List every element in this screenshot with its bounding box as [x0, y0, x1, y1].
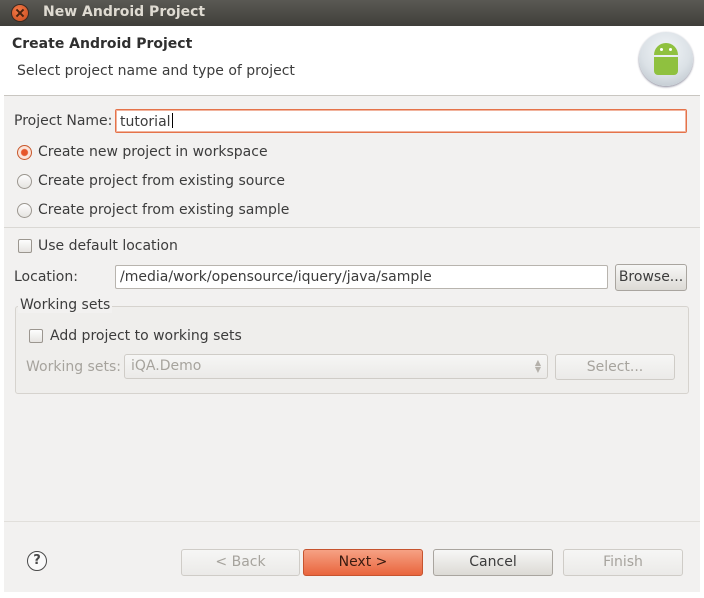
wizard-banner: Create Android Project Select project na…	[4, 26, 700, 96]
android-logo-icon	[639, 32, 693, 86]
add-to-working-sets-label[interactable]: Add project to working sets	[50, 328, 242, 344]
project-name-value: tutorial	[120, 114, 171, 130]
radio-existing-source-label[interactable]: Create project from existing source	[38, 173, 285, 189]
project-name-label: Project Name:	[14, 113, 113, 129]
select-working-sets-button[interactable]: Select...	[555, 354, 675, 380]
project-name-input[interactable]: tutorial	[115, 109, 687, 133]
page-description: Select project name and type of project	[17, 63, 295, 79]
radio-new-project[interactable]	[17, 145, 32, 160]
working-sets-label: Working sets:	[26, 359, 121, 375]
next-button[interactable]: Next >	[303, 549, 423, 576]
working-sets-combo[interactable]: iQA.Demo ▲ ▼	[124, 354, 548, 379]
browse-button[interactable]: Browse...	[615, 264, 687, 291]
add-to-working-sets-checkbox[interactable]	[29, 329, 43, 343]
working-sets-value: iQA.Demo	[131, 358, 202, 374]
radio-existing-source[interactable]	[17, 174, 32, 189]
window-title: New Android Project	[43, 4, 206, 20]
window-titlebar: New Android Project	[0, 0, 704, 26]
back-button[interactable]: < Back	[181, 549, 300, 576]
cancel-button[interactable]: Cancel	[433, 549, 553, 576]
close-icon[interactable]	[12, 5, 28, 21]
working-sets-group-title: Working sets	[18, 297, 113, 313]
location-input[interactable]: /media/work/opensource/iquery/java/sampl…	[115, 265, 608, 289]
use-default-location-label[interactable]: Use default location	[38, 238, 178, 254]
radio-existing-sample[interactable]	[17, 203, 32, 218]
radio-new-project-label[interactable]: Create new project in workspace	[38, 144, 268, 160]
radio-existing-sample-label[interactable]: Create project from existing sample	[38, 202, 289, 218]
separator	[4, 227, 700, 228]
wizard-content: Project Name: tutorial Create new projec…	[4, 96, 700, 592]
help-icon[interactable]: ?	[27, 551, 47, 571]
working-sets-group	[15, 306, 689, 394]
location-label: Location:	[14, 269, 78, 285]
finish-button[interactable]: Finish	[563, 549, 683, 576]
footer-separator	[4, 521, 700, 522]
page-title: Create Android Project	[12, 36, 193, 52]
use-default-location-checkbox[interactable]	[18, 239, 32, 253]
combo-arrows-icon: ▲ ▼	[534, 358, 541, 374]
